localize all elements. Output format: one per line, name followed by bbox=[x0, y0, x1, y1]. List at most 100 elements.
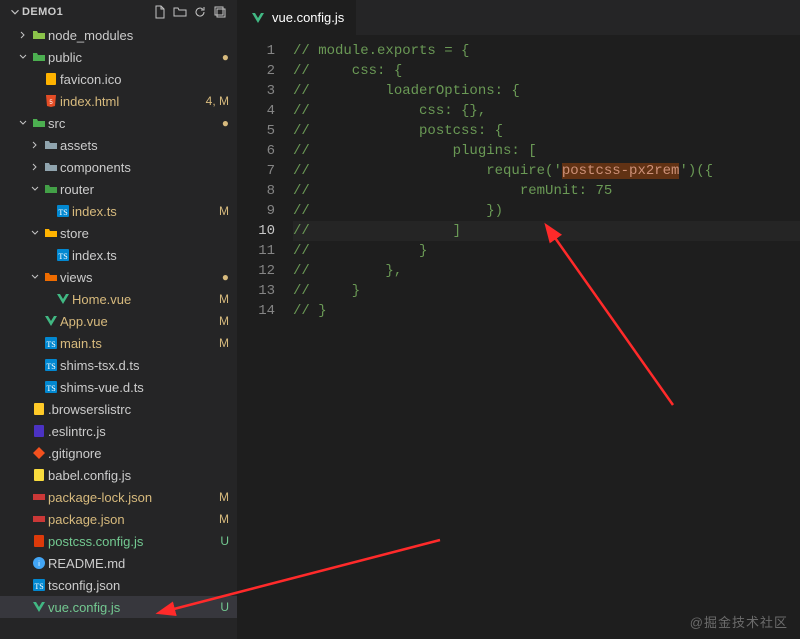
ts-icon: TS bbox=[54, 247, 72, 263]
folder-public-icon bbox=[30, 49, 48, 65]
npm-icon bbox=[30, 489, 48, 505]
tree-item-tsconfig-json[interactable]: TStsconfig.json bbox=[0, 574, 237, 596]
tree-item-label: App.vue bbox=[60, 314, 215, 329]
folder-router-icon bbox=[42, 181, 60, 197]
tree-item--eslintrc-js[interactable]: .eslintrc.js bbox=[0, 420, 237, 442]
code-line[interactable]: // } bbox=[293, 241, 800, 261]
chevron-down-icon[interactable] bbox=[8, 4, 22, 20]
tree-item-main-ts[interactable]: TSmain.tsM bbox=[0, 332, 237, 354]
vue-icon bbox=[30, 599, 48, 615]
ts-icon: TS bbox=[42, 335, 60, 351]
git-status-badge: M bbox=[215, 512, 229, 526]
git-status-badge: U bbox=[216, 534, 229, 548]
tree-item--gitignore[interactable]: .gitignore bbox=[0, 442, 237, 464]
tree-item-label: node_modules bbox=[48, 28, 229, 43]
code-line[interactable]: // }) bbox=[293, 201, 800, 221]
code-line[interactable]: // plugins: [ bbox=[293, 141, 800, 161]
code-line[interactable]: // css: {}, bbox=[293, 101, 800, 121]
svg-text:TS: TS bbox=[58, 208, 67, 217]
tree-item-public[interactable]: public● bbox=[0, 46, 237, 68]
line-number: 9 bbox=[238, 201, 275, 221]
chevron-down-icon[interactable] bbox=[16, 52, 30, 62]
tree-item-index-ts[interactable]: TSindex.ts bbox=[0, 244, 237, 266]
tree-item-babel-config-js[interactable]: babel.config.js bbox=[0, 464, 237, 486]
code-line[interactable]: // postcss: { bbox=[293, 121, 800, 141]
svg-text:TS: TS bbox=[46, 384, 55, 393]
line-number: 8 bbox=[238, 181, 275, 201]
folder-views-icon bbox=[42, 269, 60, 285]
git-status-badge: M bbox=[215, 314, 229, 328]
line-number: 11 bbox=[238, 241, 275, 261]
tree-item-home-vue[interactable]: Home.vueM bbox=[0, 288, 237, 310]
tree-item-store[interactable]: store bbox=[0, 222, 237, 244]
ts-icon: TS bbox=[42, 379, 60, 395]
collapse-all-icon[interactable] bbox=[211, 3, 229, 21]
git-icon bbox=[30, 445, 48, 461]
code-line[interactable]: // remUnit: 75 bbox=[293, 181, 800, 201]
line-number: 3 bbox=[238, 81, 275, 101]
code-line[interactable]: // }, bbox=[293, 261, 800, 281]
svg-text:TS: TS bbox=[58, 252, 67, 261]
line-number: 4 bbox=[238, 101, 275, 121]
folder-assets-icon bbox=[42, 137, 60, 153]
tree-item-assets[interactable]: assets bbox=[0, 134, 237, 156]
tree-item-components[interactable]: components bbox=[0, 156, 237, 178]
tab-vue-config[interactable]: vue.config.js bbox=[238, 0, 357, 35]
svg-text:TS: TS bbox=[34, 582, 43, 591]
chevron-down-icon[interactable] bbox=[28, 184, 42, 194]
tree-item-readme-md[interactable]: iREADME.md bbox=[0, 552, 237, 574]
new-folder-icon[interactable] bbox=[171, 3, 189, 21]
tree-item-label: router bbox=[60, 182, 229, 197]
tree-item-index-ts[interactable]: TSindex.tsM bbox=[0, 200, 237, 222]
tsconf-icon: TS bbox=[30, 577, 48, 593]
chevron-right-icon[interactable] bbox=[16, 30, 30, 40]
tree-item-favicon-ico[interactable]: favicon.ico bbox=[0, 68, 237, 90]
tree-item-index-html[interactable]: 5index.html4, M bbox=[0, 90, 237, 112]
tab-bar: vue.config.js bbox=[238, 0, 800, 35]
readme-icon: i bbox=[30, 555, 48, 571]
refresh-icon[interactable] bbox=[191, 3, 209, 21]
chevron-down-icon[interactable] bbox=[16, 118, 30, 128]
file-explorer: DEMO1 node_modulespublic●favicon.ico5ind… bbox=[0, 0, 238, 639]
tree-item-src[interactable]: src● bbox=[0, 112, 237, 134]
chevron-right-icon[interactable] bbox=[28, 140, 42, 150]
modified-dot-icon: ● bbox=[218, 270, 229, 284]
code-line[interactable]: // } bbox=[293, 301, 800, 321]
tree-item-package-lock-json[interactable]: package-lock.jsonM bbox=[0, 486, 237, 508]
code-line[interactable]: // module.exports = { bbox=[293, 41, 800, 61]
chevron-right-icon[interactable] bbox=[28, 162, 42, 172]
code-editor[interactable]: 1234567891011121314 // module.exports = … bbox=[238, 35, 800, 639]
tree-item-shims-vue-d-ts[interactable]: TSshims-vue.d.ts bbox=[0, 376, 237, 398]
tree-item--browserslistrc[interactable]: .browserslistrc bbox=[0, 398, 237, 420]
tree-item-shims-tsx-d-ts[interactable]: TSshims-tsx.d.ts bbox=[0, 354, 237, 376]
code-area[interactable]: // module.exports = {// css: {// loaderO… bbox=[293, 41, 800, 639]
folder-node-icon bbox=[30, 27, 48, 43]
tree-item-postcss-config-js[interactable]: postcss.config.jsU bbox=[0, 530, 237, 552]
tree-item-app-vue[interactable]: App.vueM bbox=[0, 310, 237, 332]
tree-item-label: package-lock.json bbox=[48, 490, 215, 505]
new-file-icon[interactable] bbox=[151, 3, 169, 21]
folder-store-icon bbox=[42, 225, 60, 241]
tree-item-node-modules[interactable]: node_modules bbox=[0, 24, 237, 46]
line-number: 2 bbox=[238, 61, 275, 81]
chevron-down-icon[interactable] bbox=[28, 272, 42, 282]
tree-item-views[interactable]: views● bbox=[0, 266, 237, 288]
git-status-badge: M bbox=[215, 292, 229, 306]
chevron-down-icon[interactable] bbox=[28, 228, 42, 238]
code-line[interactable]: // loaderOptions: { bbox=[293, 81, 800, 101]
code-line[interactable]: // css: { bbox=[293, 61, 800, 81]
tree-item-router[interactable]: router bbox=[0, 178, 237, 200]
tree-item-label: Home.vue bbox=[72, 292, 215, 307]
folder-comp-icon bbox=[42, 159, 60, 175]
code-line[interactable]: // } bbox=[293, 281, 800, 301]
tree-item-vue-config-js[interactable]: vue.config.jsU bbox=[0, 596, 237, 618]
watermark: @掘金技术社区 bbox=[690, 612, 788, 631]
html-icon: 5 bbox=[42, 93, 60, 109]
code-line[interactable]: // require('postcss-px2rem')({ bbox=[293, 161, 800, 181]
tree-item-label: README.md bbox=[48, 556, 229, 571]
tree-item-package-json[interactable]: package.jsonM bbox=[0, 508, 237, 530]
vue-icon bbox=[54, 291, 72, 307]
code-line[interactable]: // ] bbox=[293, 221, 800, 241]
tree-item-label: index.html bbox=[60, 94, 202, 109]
npm-icon bbox=[30, 511, 48, 527]
